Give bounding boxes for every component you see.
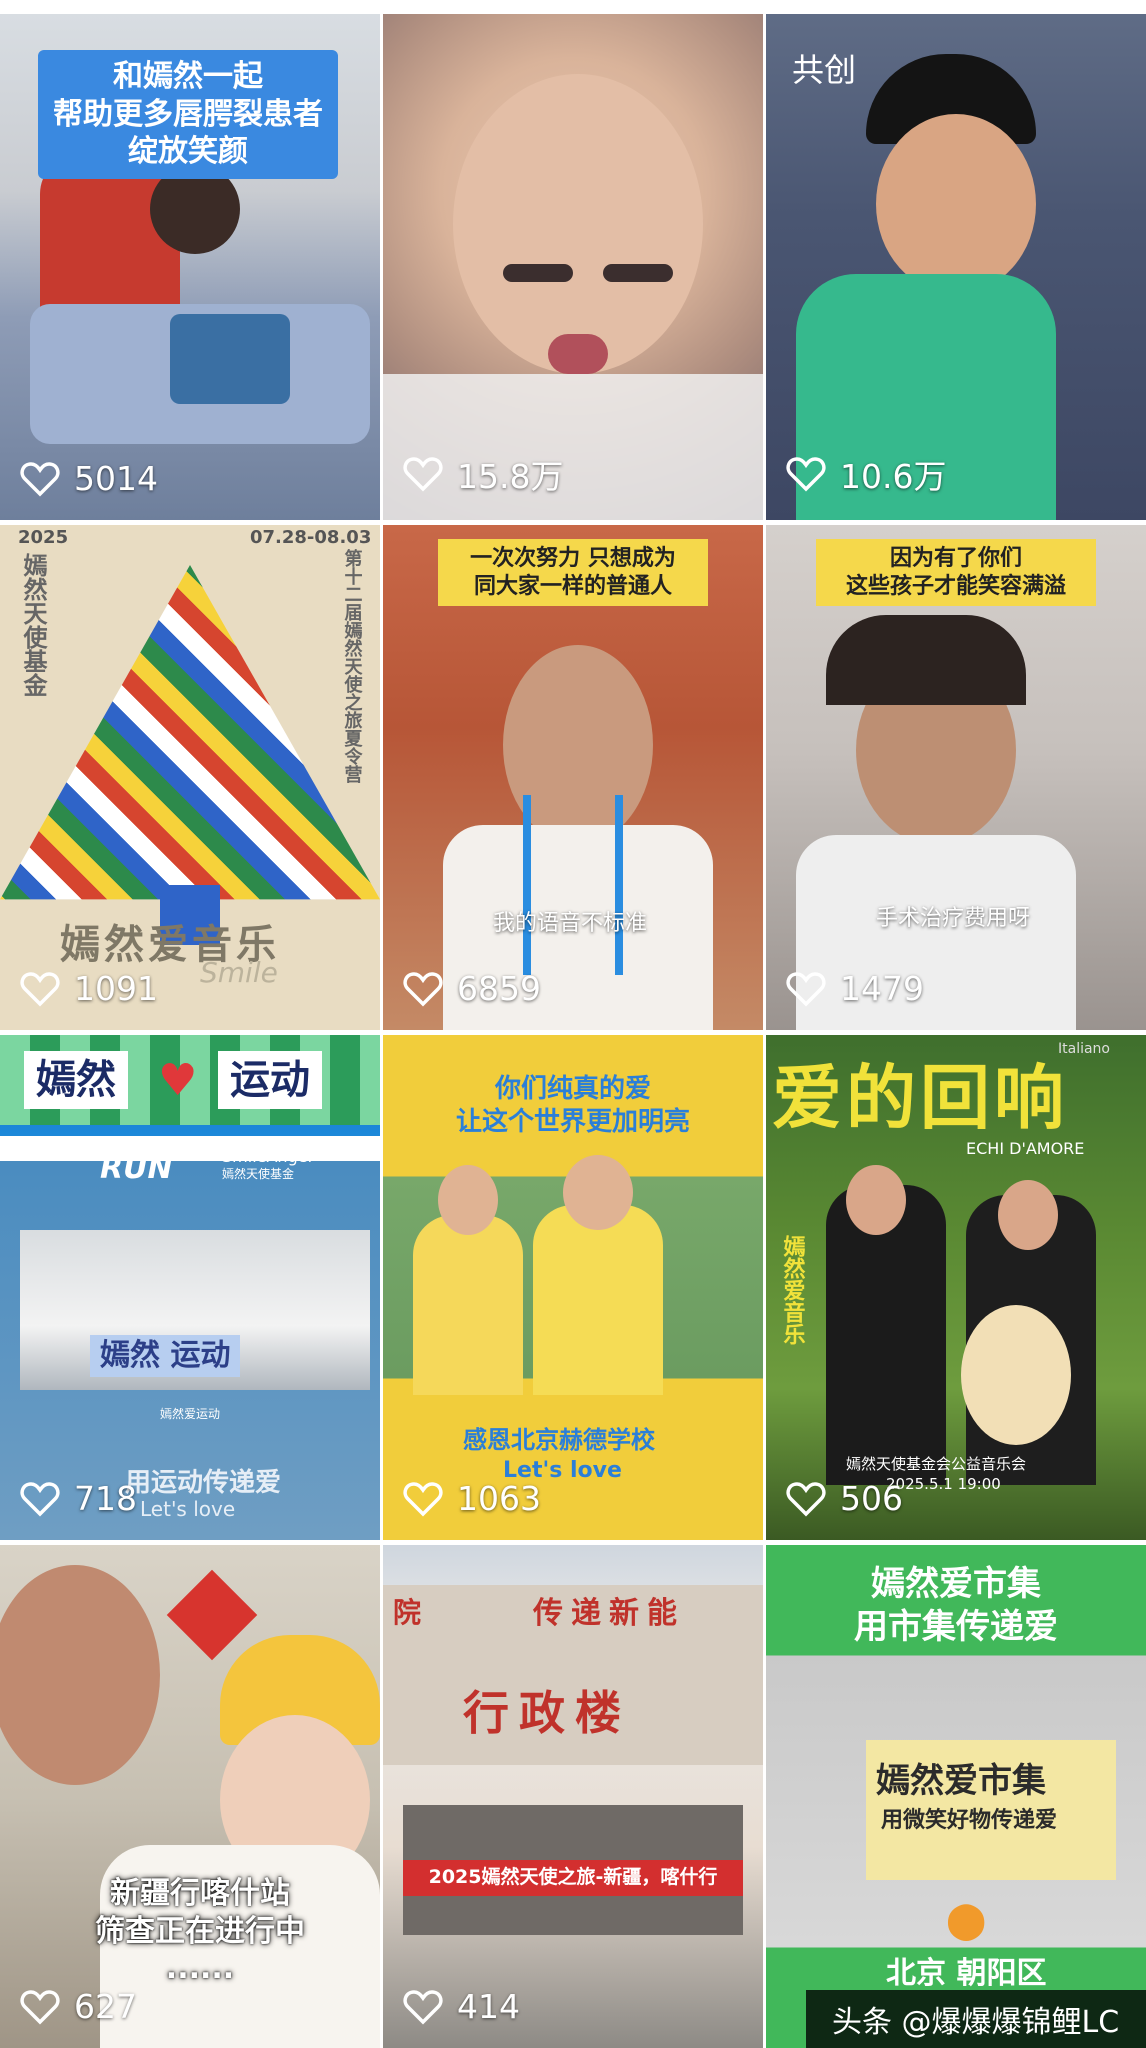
video-card[interactable]: 2025 07.28-08.03 嫣然天使基金 第十二届嫣然天使之旅夏令营 嫣然…: [0, 525, 380, 1030]
heart-icon[interactable]: [20, 1989, 60, 2025]
video-card[interactable]: 因为有了你们 这些孩子才能笑容满溢 手术治疗费用呀 1479: [766, 525, 1146, 1030]
tile-banner: 因为有了你们 这些孩子才能笑容满溢: [816, 539, 1096, 606]
like-count: 10.6万: [786, 450, 946, 498]
tile-event: 嫣然天使基金会公益音乐会: [846, 1455, 1027, 1473]
tile-banner: 一次次努力 只想成为 同大家一样的普通人: [438, 539, 708, 606]
tile-vertical-title: 第十二届嫣然天使之旅夏令营: [341, 549, 363, 783]
like-count: 1091: [20, 969, 158, 1008]
brand-logo-3: 嫣然天使基金: [222, 1167, 295, 1181]
tile-title: 爱的回响: [772, 1057, 1068, 1139]
left-side-text: 院: [393, 1596, 422, 1629]
tile-year: 2025: [18, 527, 69, 548]
building-text: 行政楼: [463, 1686, 631, 1740]
heart-icon[interactable]: [403, 1989, 443, 2025]
heart-icon[interactable]: [786, 456, 826, 492]
tile-banner: 和嫣然一起 帮助更多唇腭裂患者 绽放笑颜: [38, 50, 338, 179]
tile-banner: 新疆行喀什站 筛查正在进行中 ......: [95, 1876, 305, 1986]
tile-vertical-title: 嫣然爱音乐: [779, 1235, 805, 1345]
video-card[interactable]: 新疆行喀什站 筛查正在进行中 ...... 627: [0, 1545, 380, 2048]
group-banner: 2025嫣然天使之旅-新疆，喀什行: [403, 1860, 743, 1896]
tile-footer: 用运动传递爱: [125, 1468, 282, 1498]
heart-icon[interactable]: [786, 1481, 826, 1517]
heart-icon[interactable]: [786, 971, 826, 1007]
heart-icon[interactable]: [20, 971, 60, 1007]
video-grid: 和嫣然一起 帮助更多唇腭裂患者 绽放笑颜 5014 15.8万 共创 10.6万: [0, 0, 1146, 2048]
brand-logo-2: SmileAngel: [222, 1147, 313, 1166]
tile-subtitle: ECHI D'AMORE: [966, 1139, 1085, 1158]
group-sign: 嫣然 运动: [90, 1335, 241, 1377]
like-count: 506: [786, 1479, 903, 1518]
video-card[interactable]: Italiano 爱的回响 ECHI D'AMORE 嫣然爱音乐 嫣然天使基金会…: [766, 1035, 1146, 1540]
video-card[interactable]: 一次次努力 只想成为 同大家一样的普通人 我的语音不标准 6859: [383, 525, 763, 1030]
like-count: 414: [403, 1987, 520, 2026]
like-count: 627: [20, 1987, 137, 2026]
tile-sub: 嫣然爱运动: [160, 1407, 221, 1421]
like-count: 718: [20, 1479, 137, 1518]
like-count: 15.8万: [403, 450, 563, 498]
market-sign: 嫣然爱市集: [876, 1761, 1046, 1801]
video-card[interactable]: 15.8万: [383, 14, 763, 520]
video-card[interactable]: 你们纯真的爱 让这个世界更加明亮 感恩北京赫德学校 Let's love 106…: [383, 1035, 763, 1540]
tile-footer: 感恩北京赫德学校: [463, 1426, 655, 1454]
tile-dates: 07.28-08.03: [250, 527, 372, 548]
building-top-text: 传递新能: [533, 1596, 685, 1631]
tile-vertical-title: 嫣然天使基金: [19, 553, 47, 697]
heart-icon[interactable]: [20, 461, 60, 497]
tile-script: Smile: [200, 956, 278, 989]
like-count: 5014: [20, 459, 158, 498]
tile-heading-left: 嫣然: [24, 1051, 128, 1109]
video-card[interactable]: 共创 10.6万: [766, 14, 1146, 520]
like-count: 1063: [403, 1479, 541, 1518]
caption: 手术治疗费用呀: [876, 906, 1031, 931]
location-pin-icon: ⬤: [946, 1900, 987, 1941]
video-card[interactable]: 和嫣然一起 帮助更多唇腭裂患者 绽放笑颜 5014: [0, 14, 380, 520]
brand-logo: RUN: [100, 1151, 173, 1186]
caption: 我的语音不标准: [493, 911, 648, 936]
watermark: 头条 @爆爆爆锦鲤LC: [806, 1990, 1146, 2048]
video-card[interactable]: 嫣然爱市集 用市集传递爱 嫣然爱市集 用微笑好物传递爱 ⬤ 北京 朝阳区: [766, 1545, 1146, 2048]
market-sign-sub: 用微笑好物传递爱: [881, 1808, 1058, 1833]
location-text: 北京 朝阳区: [886, 1956, 1047, 1991]
like-count: 6859: [403, 969, 541, 1008]
tile-heading-right: 运动: [218, 1051, 322, 1109]
tile-banner: 你们纯真的爱 让这个世界更加明亮: [455, 1074, 690, 1137]
video-card[interactable]: 院 传递新能 行政楼 2025嫣然天使之旅-新疆，喀什行 414: [383, 1545, 763, 2048]
heart-icon[interactable]: [403, 456, 443, 492]
heart-icon[interactable]: [403, 1481, 443, 1517]
tile-footer-en: Let's love: [140, 1497, 236, 1521]
heart-badge-icon: ♥: [158, 1055, 198, 1106]
video-card[interactable]: 嫣然 ♥ 运动 RUN SmileAngel 嫣然天使基金 嫣然 运动 嫣然爱运…: [0, 1035, 380, 1540]
heart-icon[interactable]: [20, 1481, 60, 1517]
tile-banner: 嫣然爱市集 用市集传递爱: [854, 1564, 1058, 1647]
tile-time: 2025.5.1 19:00: [886, 1475, 1001, 1493]
like-count: 1479: [786, 969, 924, 1008]
heart-icon[interactable]: [403, 971, 443, 1007]
tile-tag: 共创: [792, 51, 857, 89]
